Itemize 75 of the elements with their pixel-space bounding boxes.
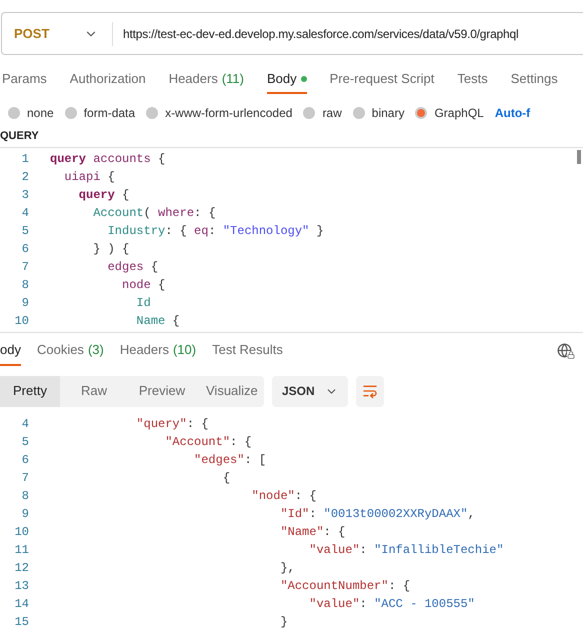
wrap-lines-button[interactable] (356, 376, 384, 406)
json-line: "edges": [ (193, 452, 266, 468)
code-line: query accounts { (50, 150, 166, 168)
line-number: 9 (20, 506, 30, 522)
line-number: 5 (20, 222, 30, 240)
section-label: QUERY (0, 129, 39, 144)
wrap-text-icon (362, 383, 378, 399)
json-line: }, (279, 560, 295, 576)
line-number: 6 (20, 240, 30, 258)
radio-option[interactable]: raw (303, 104, 342, 122)
view-mode-tab[interactable]: Raw (60, 376, 128, 406)
json-line: "node": { (250, 488, 316, 504)
line-number: 7 (20, 470, 30, 486)
json-line: { (222, 470, 230, 486)
request-tab[interactable]: Params (2, 65, 47, 94)
line-number: 4 (20, 416, 30, 432)
code-line: uiapi { (63, 168, 115, 186)
line-number: 13 (14, 578, 30, 594)
line-number: 7 (20, 258, 30, 276)
query-editor[interactable]: 1 query accounts { 2 uiapi { 3 query { 4 Account( where: { 5 Industry: { eq: "Technology" } 6 } ) { 7 edges { 8 node { 9 Id 10 Name { (0, 146, 583, 332)
line-number: 8 (20, 488, 30, 504)
line-number: 9 (20, 294, 30, 312)
json-line: "Account": { (164, 434, 252, 450)
code-line: Account( where: { (92, 204, 216, 222)
code-line: } ) { (92, 240, 130, 258)
line-number: 12 (14, 560, 30, 576)
method-dropdown[interactable]: POST (2, 24, 112, 44)
view-mode-tab[interactable]: Pretty (0, 376, 60, 406)
line-number: 2 (20, 168, 30, 186)
line-number: 4 (20, 204, 30, 222)
line-number: 14 (14, 596, 30, 612)
auto-fetch-link[interactable]: Auto-f (494, 104, 530, 122)
radio-option[interactable]: form-data (64, 104, 136, 122)
response-tab[interactable]: ody (0, 336, 21, 366)
request-tab[interactable]: Pre-request Script (330, 65, 434, 94)
line-number: 10 (14, 312, 30, 330)
response-tab[interactable]: Test Results (212, 336, 283, 366)
request-tab[interactable]: Body (266, 65, 307, 94)
radio-option[interactable]: x-www-form-urlencoded (146, 104, 292, 122)
response-tab[interactable]: Cookies (3) (36, 336, 104, 366)
radio-option[interactable]: GraphQL (415, 104, 484, 122)
code-line: query { (78, 186, 130, 204)
request-tab[interactable]: Settings (510, 65, 558, 94)
radio-option[interactable]: none (8, 104, 54, 122)
line-number: 1 (20, 150, 30, 168)
json-line: "Id": "0013t00002XXRyDAAX", (279, 506, 475, 522)
line-number: 11 (14, 542, 30, 558)
radio-option[interactable]: binary (352, 104, 404, 122)
json-line: "AccountNumber": { (279, 578, 410, 594)
response-tab[interactable]: Headers (10) (120, 336, 196, 366)
globe-lock-icon[interactable] (557, 343, 575, 359)
code-line: Id (135, 294, 151, 312)
json-line: "value": "ACC - 100555" (308, 596, 475, 612)
code-line: node { (121, 276, 166, 294)
line-number: 3 (20, 186, 30, 204)
json-line: "value": "InfallibleTechie" (308, 542, 504, 558)
code-line: Name { (135, 312, 180, 330)
request-tab[interactable]: Headers (11) (168, 65, 244, 94)
line-number: 8 (20, 276, 30, 294)
json-line: "query": { (135, 416, 208, 432)
line-number: 10 (14, 524, 30, 540)
format-dropdown[interactable]: JSON (272, 376, 348, 406)
view-mode-tab[interactable]: Visualize (196, 376, 264, 406)
scrollbar-thumb[interactable] (577, 150, 581, 164)
url-text[interactable]: https://test-ec-dev-ed.develop.my.salesforce.com/services/data/v59.0/graphql (123, 24, 518, 42)
json-line: } (279, 614, 288, 630)
view-mode-tab[interactable]: Preview (128, 376, 196, 406)
request-tab[interactable]: Authorization (70, 65, 146, 94)
code-line: Industry: { eq: "Technology" } (106, 222, 324, 240)
line-number: 5 (20, 434, 30, 450)
line-number: 6 (20, 452, 30, 468)
request-tab[interactable]: Tests (457, 65, 488, 94)
line-number: 15 (14, 614, 30, 630)
json-line: "Name": { (279, 524, 346, 540)
code-line: edges { (106, 258, 158, 276)
